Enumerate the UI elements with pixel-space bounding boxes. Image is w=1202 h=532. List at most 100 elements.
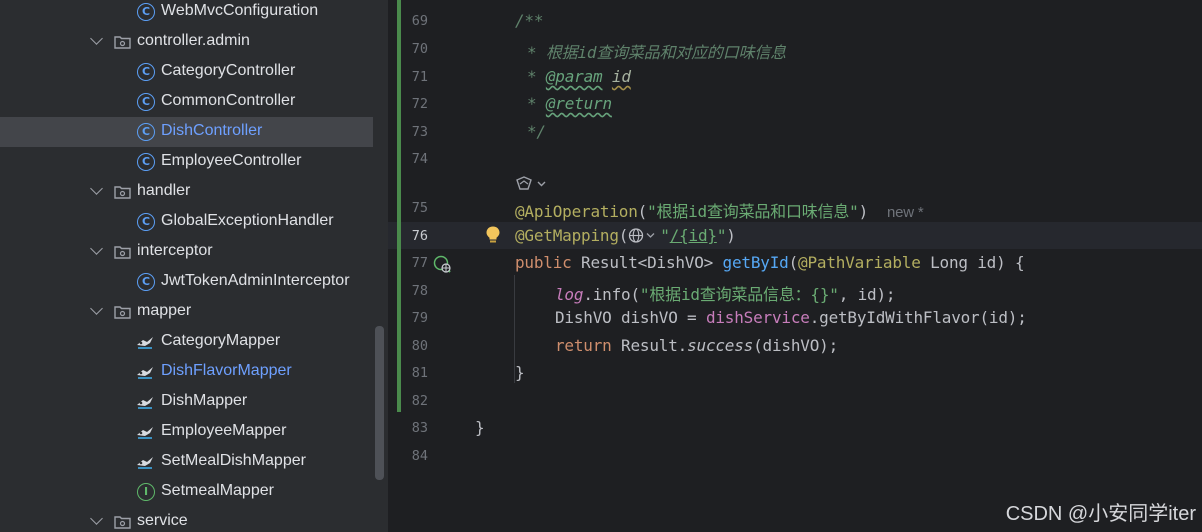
lightbulb-icon[interactable]: [484, 225, 502, 245]
tree-item-employeemapper[interactable]: EmployeeMapper: [0, 417, 373, 447]
return-type: Result<DishVO>: [571, 253, 723, 272]
line-number: 83: [411, 420, 428, 436]
static-method: success: [687, 336, 754, 355]
tree-item-setmealmapper[interactable]: I SetmealMapper: [0, 477, 373, 507]
class-icon: C: [137, 123, 155, 141]
package-folder-icon: [114, 246, 131, 259]
doc-param-name: id: [611, 67, 631, 86]
arguments: , id);: [838, 285, 896, 304]
code-line-72[interactable]: * @return: [527, 94, 612, 113]
code-line-76[interactable]: @GetMapping("/{id}"): [515, 226, 736, 245]
tree-item-categorymapper[interactable]: CategoryMapper: [0, 327, 373, 357]
code-line-75[interactable]: @ApiOperation("根据id查询菜品和口味信息") new *: [515, 198, 924, 222]
quote: ": [716, 226, 727, 245]
tree-item-label: CategoryMapper: [161, 332, 281, 349]
watermark: CSDN @小安同学iter: [1005, 503, 1196, 525]
code-line-70[interactable]: * 根据id查询菜品和对应的口味信息: [527, 39, 786, 63]
declaration: DishVO dishVO =: [555, 308, 706, 327]
tree-item-commoncontroller[interactable]: C CommonController: [0, 87, 373, 117]
author-inlay-hint[interactable]: new *: [887, 204, 924, 221]
current-line-highlight: [388, 222, 1202, 249]
line-number: 73: [411, 124, 428, 140]
string-literal: "根据id查询菜品和口味信息": [647, 202, 859, 221]
quote: ": [660, 226, 670, 245]
tree-item-webmvcconfiguration[interactable]: C WebMvcConfiguration: [0, 0, 373, 27]
class-icon: C: [137, 153, 155, 171]
tree-item-categorycontroller[interactable]: C CategoryController: [0, 57, 373, 87]
tree-item-jwttokenadmininterceptor[interactable]: C JwtTokenAdminInterceptor: [0, 267, 373, 297]
tree-item-label: handler: [137, 182, 191, 199]
doc-comment-text: * 根据id查询菜品和对应的口味信息: [527, 43, 786, 62]
class-icon: C: [137, 93, 155, 111]
ai-assistant-icon[interactable]: [515, 174, 549, 194]
chevron-down-icon[interactable]: [90, 182, 103, 195]
package-folder-icon: [114, 516, 131, 529]
code-line-69[interactable]: /**: [515, 11, 544, 30]
tree-item-label: DishMapper: [161, 392, 248, 409]
class-icon: C: [137, 273, 155, 291]
url-globe-icon[interactable]: [628, 227, 660, 244]
mybatis-bird-icon: [137, 367, 153, 379]
tree-item-label: CategoryController: [161, 62, 296, 79]
line-number: 82: [411, 393, 428, 409]
tree-item-dishmapper[interactable]: DishMapper: [0, 387, 373, 417]
annotation-pathvariable: @PathVariable: [798, 253, 921, 272]
log-field: log: [555, 285, 584, 304]
arguments: (dishVO);: [753, 336, 839, 355]
url-path[interactable]: /{id}: [670, 226, 717, 245]
line-number: 77: [411, 255, 428, 271]
chevron-down-icon[interactable]: [90, 302, 103, 315]
tree-item-globalexceptionhandler[interactable]: C GlobalExceptionHandler: [0, 207, 373, 237]
keyword-return: return: [555, 336, 612, 355]
chevron-down-icon[interactable]: [90, 32, 103, 45]
chevron-down-icon[interactable]: [90, 512, 103, 525]
code-line-71[interactable]: * @param id: [527, 67, 631, 86]
class-icon: C: [137, 3, 155, 21]
string-literal: "根据id查询菜品信息：{}": [639, 285, 839, 304]
doc-param-tag: @param: [545, 67, 603, 86]
code-line-79[interactable]: DishVO dishVO = dishService.getByIdWithF…: [555, 308, 1027, 327]
code-line-83[interactable]: }: [475, 418, 485, 437]
tree-item-label: JwtTokenAdminInterceptor: [161, 272, 350, 289]
package-folder-icon: [114, 306, 131, 319]
line-number: 81: [411, 365, 428, 381]
method-name: getById: [722, 253, 789, 272]
class-ref: Result.: [611, 336, 688, 355]
code-line-81[interactable]: }: [515, 363, 525, 382]
endpoint-globe-icon[interactable]: [433, 255, 453, 275]
code-line-77[interactable]: public Result<DishVO> getById(@PathVaria…: [515, 253, 1025, 272]
interface-icon: I: [137, 483, 155, 501]
tree-item-employeecontroller[interactable]: C EmployeeController: [0, 147, 373, 177]
tree-item-setmealdishmapper[interactable]: SetMealDishMapper: [0, 447, 373, 477]
paren: (: [637, 202, 648, 221]
tree-item-handler[interactable]: handler: [0, 177, 373, 207]
code-line-73[interactable]: */: [527, 122, 546, 141]
project-tree-panel: C WebMvcConfiguration controller.admin C…: [0, 0, 388, 532]
line-number: 74: [411, 151, 428, 167]
tree-item-label: interceptor: [137, 242, 213, 259]
mybatis-bird-icon: [137, 337, 153, 349]
tree-item-label: service: [137, 512, 188, 529]
code-line-80[interactable]: return Result.success(dishVO);: [555, 336, 838, 355]
doc-comment-star: *: [527, 94, 546, 113]
tree-item-label: controller.admin: [137, 32, 250, 49]
tree-item-label: DishController: [161, 122, 263, 139]
line-number: 79: [411, 310, 428, 326]
chevron-down-icon[interactable]: [90, 242, 103, 255]
annotation-apioperation: @ApiOperation: [515, 202, 638, 221]
tree-item-mapper[interactable]: mapper: [0, 297, 373, 327]
tree-item-controller-admin[interactable]: controller.admin: [0, 27, 373, 57]
tree-item-interceptor[interactable]: interceptor: [0, 237, 373, 267]
tree-scrollbar-thumb[interactable]: [375, 326, 384, 480]
annotation-getmapping: @GetMapping: [515, 226, 619, 245]
code-line-78[interactable]: log.info("根据id查询菜品信息：{}", id);: [555, 281, 896, 305]
line-number: 84: [411, 448, 428, 464]
closing-brace: }: [475, 418, 485, 437]
field-dishservice: dishService: [705, 308, 810, 327]
doc-comment-close: */: [527, 122, 546, 141]
tree-item-dishcontroller[interactable]: C DishController: [0, 117, 373, 147]
tree-item-dishflavormapper[interactable]: DishFlavorMapper: [0, 357, 373, 387]
tree-item-service[interactable]: service: [0, 507, 373, 532]
line-number: 72: [411, 96, 428, 112]
paren: (: [618, 226, 629, 245]
